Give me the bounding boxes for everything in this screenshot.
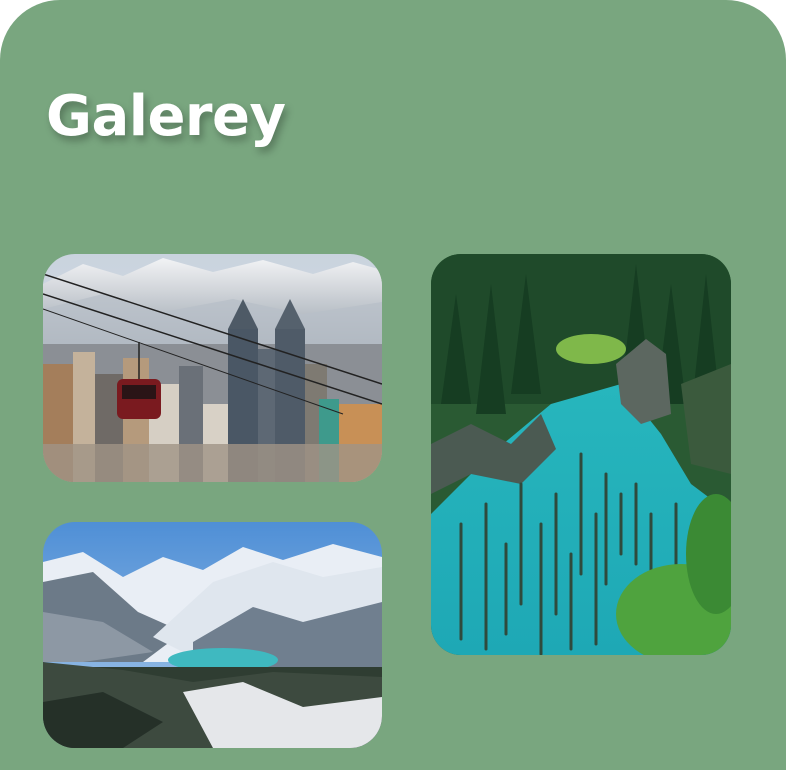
gallery-photo-turquoise-lake[interactable] (431, 254, 731, 655)
turquoise-lake-image (431, 254, 731, 655)
gallery-photo-mountain-lake[interactable] (43, 522, 382, 748)
city-image (43, 254, 382, 482)
mountain-lake-image (43, 522, 382, 748)
gallery-photo-city[interactable] (43, 254, 382, 482)
gallery-card: Galerey (0, 0, 786, 770)
gallery-title: Galerey (46, 84, 286, 149)
